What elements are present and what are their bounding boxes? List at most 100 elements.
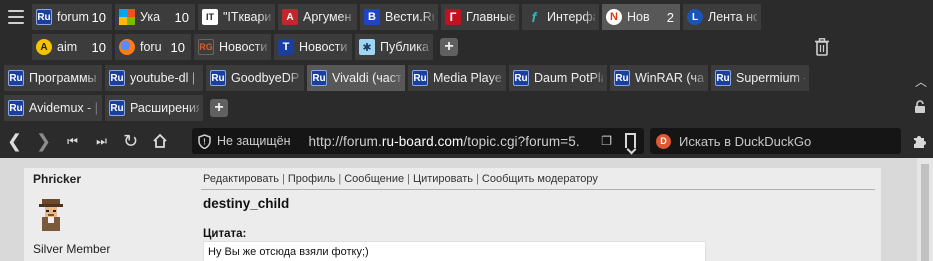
tab[interactable]: Ru WinRAR (час xyxy=(610,65,708,91)
back-icon[interactable]: ❮ xyxy=(0,127,29,155)
tab[interactable]: B Вести.Ru xyxy=(360,4,438,30)
tab-stack-count: 10 xyxy=(170,39,185,55)
ru-favicon-icon: Ru xyxy=(109,100,125,116)
ru-favicon-icon: Ru xyxy=(36,9,52,25)
search-field[interactable]: D Искать в DuckDuckGo xyxy=(650,128,901,154)
tab[interactable]: Aaim 10 xyxy=(32,34,112,60)
forum-post: Phricker Silver Member Редактировать | Про… xyxy=(24,168,881,261)
forward-icon[interactable]: ❯ xyxy=(29,127,58,155)
tab[interactable]: Ru Daum PotPla xyxy=(509,65,607,91)
quote-label: Цитата: xyxy=(203,228,247,240)
tab-fade xyxy=(389,65,405,91)
menu-button[interactable] xyxy=(0,3,32,31)
scrollbar[interactable] xyxy=(917,158,933,261)
post-actions: Редактировать | Профиль | Сообщение | Цитирова… xyxy=(203,173,598,185)
home-icon[interactable] xyxy=(145,127,174,155)
profile-link[interactable]: Профиль xyxy=(288,173,336,185)
quote-link[interactable]: Цитировать xyxy=(413,173,473,185)
tab[interactable]: A Аргумен xyxy=(278,4,357,30)
new-tab-button-2[interactable]: + xyxy=(210,99,228,117)
tab-fade xyxy=(745,4,761,30)
reload-icon[interactable]: ↻ xyxy=(116,127,145,155)
tab[interactable]: foru 10 xyxy=(115,34,191,60)
shield-icon[interactable]: ! xyxy=(198,133,211,149)
navigation-bar: ❮ ❯ ⏮ ⏭ ↻ ! Не защищён http://forum.ru-b… xyxy=(0,126,933,156)
post-title: destiny_child xyxy=(203,196,290,211)
message-link[interactable]: Сообщение xyxy=(344,173,404,185)
tab[interactable]: T Новости xyxy=(274,34,352,60)
tab-stack-count: 10 xyxy=(174,9,189,25)
tab[interactable]: L Лента но xyxy=(683,4,761,30)
pub-favicon-icon: ✱ xyxy=(359,39,375,55)
tab-fade xyxy=(187,95,203,121)
tab[interactable]: ✱ Публика xyxy=(355,34,433,60)
tab-fade xyxy=(86,95,102,121)
tab[interactable]: RG Новости xyxy=(194,34,271,60)
author-name[interactable]: Phricker xyxy=(33,172,81,186)
tab-label: aim xyxy=(57,40,78,54)
tab[interactable]: IT "ITквари xyxy=(198,4,275,30)
quote-text: Ну Вы же отсюда взяли фотку;) xyxy=(208,246,369,258)
ff-favicon-icon xyxy=(119,39,135,55)
report-link[interactable]: Сообщить модератору xyxy=(482,173,598,185)
duckduckgo-icon: D xyxy=(656,133,671,149)
tab-fade xyxy=(259,4,275,30)
tab-fade xyxy=(422,4,438,30)
tab[interactable]: Ru youtube-dl | xyxy=(105,65,203,91)
tab[interactable]: Ru Программы xyxy=(4,65,102,91)
tab[interactable]: Ru forum 10 xyxy=(32,4,112,30)
arg-favicon-icon: A xyxy=(282,9,298,25)
svg-text:!: ! xyxy=(203,137,206,146)
vesti-favicon-icon: B xyxy=(364,9,380,25)
fast-forward-icon[interactable]: ⏭ xyxy=(87,127,116,155)
tab-fade xyxy=(86,65,102,91)
bookmark-icon[interactable] xyxy=(625,133,636,148)
lock-icon[interactable] xyxy=(913,100,927,114)
ru-favicon-icon: Ru xyxy=(614,70,630,86)
chevron-up-icon[interactable]: ︿ xyxy=(915,73,927,90)
tab-label: Нов xyxy=(627,10,650,24)
tab-fade xyxy=(583,4,599,30)
quote-box: Ну Вы же отсюда взяли фотку;) xyxy=(203,241,706,261)
tab-bar-row-1: Ru forum 10 Ука 10 IT "ITквари A Аргумен B Вести.R… xyxy=(0,3,933,31)
ru-favicon-icon: Ru xyxy=(8,70,24,86)
trash-icon[interactable] xyxy=(814,38,830,56)
tab[interactable]: Ru Vivaldi (част xyxy=(307,65,405,91)
rg-favicon-icon: RG xyxy=(198,39,214,55)
address-bar[interactable]: ! Не защищён http://forum.ru-board.com/t… xyxy=(192,128,644,154)
edit-link[interactable]: Редактировать xyxy=(203,173,279,185)
tab[interactable]: N Нов 2 xyxy=(602,4,680,30)
tab-fade xyxy=(503,4,519,30)
aim-favicon-icon: A xyxy=(36,39,52,55)
scrollbar-thumb[interactable] xyxy=(921,164,929,261)
ru-favicon-icon: Ru xyxy=(8,100,24,116)
page-content: Phricker Silver Member Редактировать | Про… xyxy=(0,158,933,261)
tab[interactable]: Ru GoodbyeDPI xyxy=(206,65,304,91)
ru-favicon-icon: Ru xyxy=(513,70,529,86)
tab[interactable]: Г Главные xyxy=(441,4,519,30)
tab-stack-count: 10 xyxy=(91,9,106,25)
g-favicon-icon: Г xyxy=(445,9,461,25)
tab[interactable]: Ru Avidemux - | xyxy=(4,95,102,121)
url-prefix: http://forum. xyxy=(308,133,382,149)
divider xyxy=(201,189,875,190)
tab[interactable]: Ука 10 xyxy=(115,4,195,30)
tab[interactable]: f Интерфа xyxy=(522,4,599,30)
rewind-icon[interactable]: ⏮ xyxy=(58,127,87,155)
tab-fade xyxy=(336,34,352,60)
win-favicon-icon xyxy=(119,9,135,25)
extensions-icon[interactable] xyxy=(911,132,929,150)
tab-fade xyxy=(255,34,271,60)
url-text[interactable]: http://forum.ru-board.com/topic.cgi?foru… xyxy=(309,134,581,149)
separator: | xyxy=(476,173,479,185)
ru-favicon-icon: Ru xyxy=(210,70,226,86)
tab-stack-count: 2 xyxy=(666,9,674,25)
t-favicon-icon: T xyxy=(278,39,294,55)
tab[interactable]: Ru Supermium - xyxy=(711,65,809,91)
tab[interactable]: Ru Media Player xyxy=(408,65,506,91)
tab[interactable]: Ru Расширения xyxy=(105,95,203,121)
tab-bar-row-4: Ru Avidemux - | Ru Расширения + xyxy=(0,94,933,122)
separator: | xyxy=(282,173,285,185)
reader-icon[interactable]: ❐ xyxy=(601,134,612,148)
new-tab-button[interactable]: + xyxy=(440,38,458,56)
